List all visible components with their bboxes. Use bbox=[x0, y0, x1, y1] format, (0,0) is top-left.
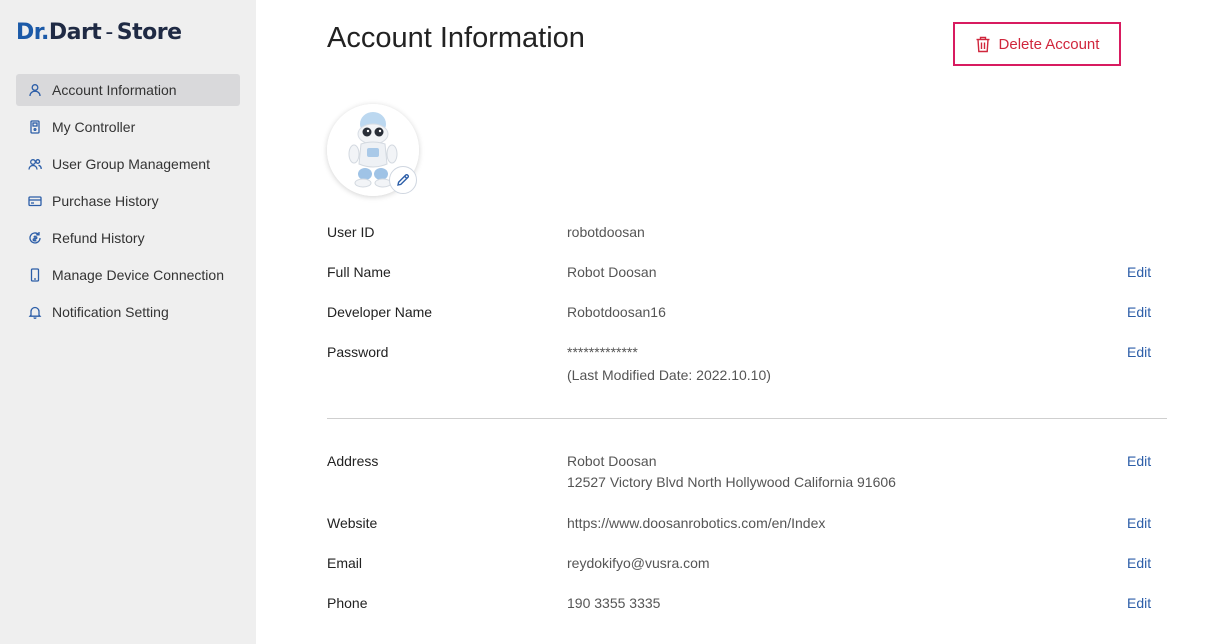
edit-address-link[interactable]: Edit bbox=[1127, 451, 1151, 472]
sidebar-item-purchase-history[interactable]: Purchase History bbox=[16, 185, 240, 217]
field-label: Developer Name bbox=[327, 304, 433, 320]
main-content: Account Information Delete Account User … bbox=[256, 0, 1209, 644]
field-value: ************* bbox=[567, 344, 638, 360]
section-divider bbox=[327, 418, 1167, 419]
field-value: robotdoosan bbox=[567, 224, 645, 240]
refund-icon bbox=[28, 231, 42, 245]
field-label: Email bbox=[327, 555, 363, 571]
field-value: reydokifyo@vusra.com bbox=[567, 555, 710, 571]
sidebar-item-account-information[interactable]: Account Information bbox=[16, 74, 240, 106]
page-title: Account Information bbox=[327, 22, 585, 54]
field-label: Phone bbox=[327, 595, 368, 611]
user-icon bbox=[28, 83, 42, 97]
delete-account-label: Delete Account bbox=[998, 35, 1100, 53]
group-icon bbox=[28, 157, 42, 171]
sidebar-item-user-group-management[interactable]: User Group Management bbox=[16, 148, 240, 180]
address-line-1: Robot Doosan bbox=[567, 453, 657, 469]
edit-password-link[interactable]: Edit bbox=[1127, 342, 1151, 363]
avatar-edit-button[interactable] bbox=[389, 166, 417, 194]
edit-full-name-link[interactable]: Edit bbox=[1127, 262, 1151, 283]
edit-developer-name-link[interactable]: Edit bbox=[1127, 302, 1151, 323]
field-label: Website bbox=[327, 515, 378, 531]
device-icon bbox=[28, 268, 42, 282]
profile-avatar-container bbox=[327, 104, 419, 196]
field-value: 190 3355 3335 bbox=[567, 595, 661, 611]
field-value: https://www.doosanrobotics.com/en/Index bbox=[567, 515, 826, 531]
trash-icon bbox=[976, 36, 990, 52]
field-label: User ID bbox=[327, 224, 375, 240]
delete-account-button[interactable]: Delete Account bbox=[953, 22, 1121, 66]
sidebar-item-manage-device-connection[interactable]: Manage Device Connection bbox=[16, 259, 240, 291]
brand-logo[interactable]: Dr.Dart - Store bbox=[16, 20, 182, 45]
sidebar-item-label: Notification Setting bbox=[52, 304, 169, 320]
field-label: Address bbox=[327, 453, 379, 469]
edit-email-link[interactable]: Edit bbox=[1127, 553, 1151, 574]
pencil-icon bbox=[397, 173, 410, 186]
sidebar-nav: Account Information My Controller User G… bbox=[16, 74, 240, 333]
field-value: Robotdoosan16 bbox=[567, 304, 666, 320]
sidebar-item-label: Account Information bbox=[52, 82, 177, 98]
edit-phone-link[interactable]: Edit bbox=[1127, 593, 1151, 614]
sidebar-item-label: User Group Management bbox=[52, 156, 210, 172]
controller-icon bbox=[28, 120, 42, 134]
sidebar-item-notification-setting[interactable]: Notification Setting bbox=[16, 296, 240, 328]
sidebar-item-label: Refund History bbox=[52, 230, 145, 246]
field-label: Password bbox=[327, 344, 389, 360]
bell-icon bbox=[28, 305, 42, 319]
password-modified-date: (Last Modified Date: 2022.10.10) bbox=[567, 367, 771, 383]
card-icon bbox=[28, 194, 42, 208]
field-label: Full Name bbox=[327, 264, 391, 280]
sidebar-item-label: My Controller bbox=[52, 119, 136, 135]
address-line-2: 12527 Victory Blvd North Hollywood Calif… bbox=[567, 474, 896, 490]
sidebar-item-my-controller[interactable]: My Controller bbox=[16, 111, 240, 143]
sidebar-item-label: Purchase History bbox=[52, 193, 159, 209]
sidebar: Dr.Dart - Store Account Information My Con… bbox=[0, 0, 256, 644]
edit-website-link[interactable]: Edit bbox=[1127, 513, 1151, 534]
sidebar-item-refund-history[interactable]: Refund History bbox=[16, 222, 240, 254]
field-value: Robot Doosan bbox=[567, 264, 657, 280]
sidebar-item-label: Manage Device Connection bbox=[52, 267, 224, 283]
